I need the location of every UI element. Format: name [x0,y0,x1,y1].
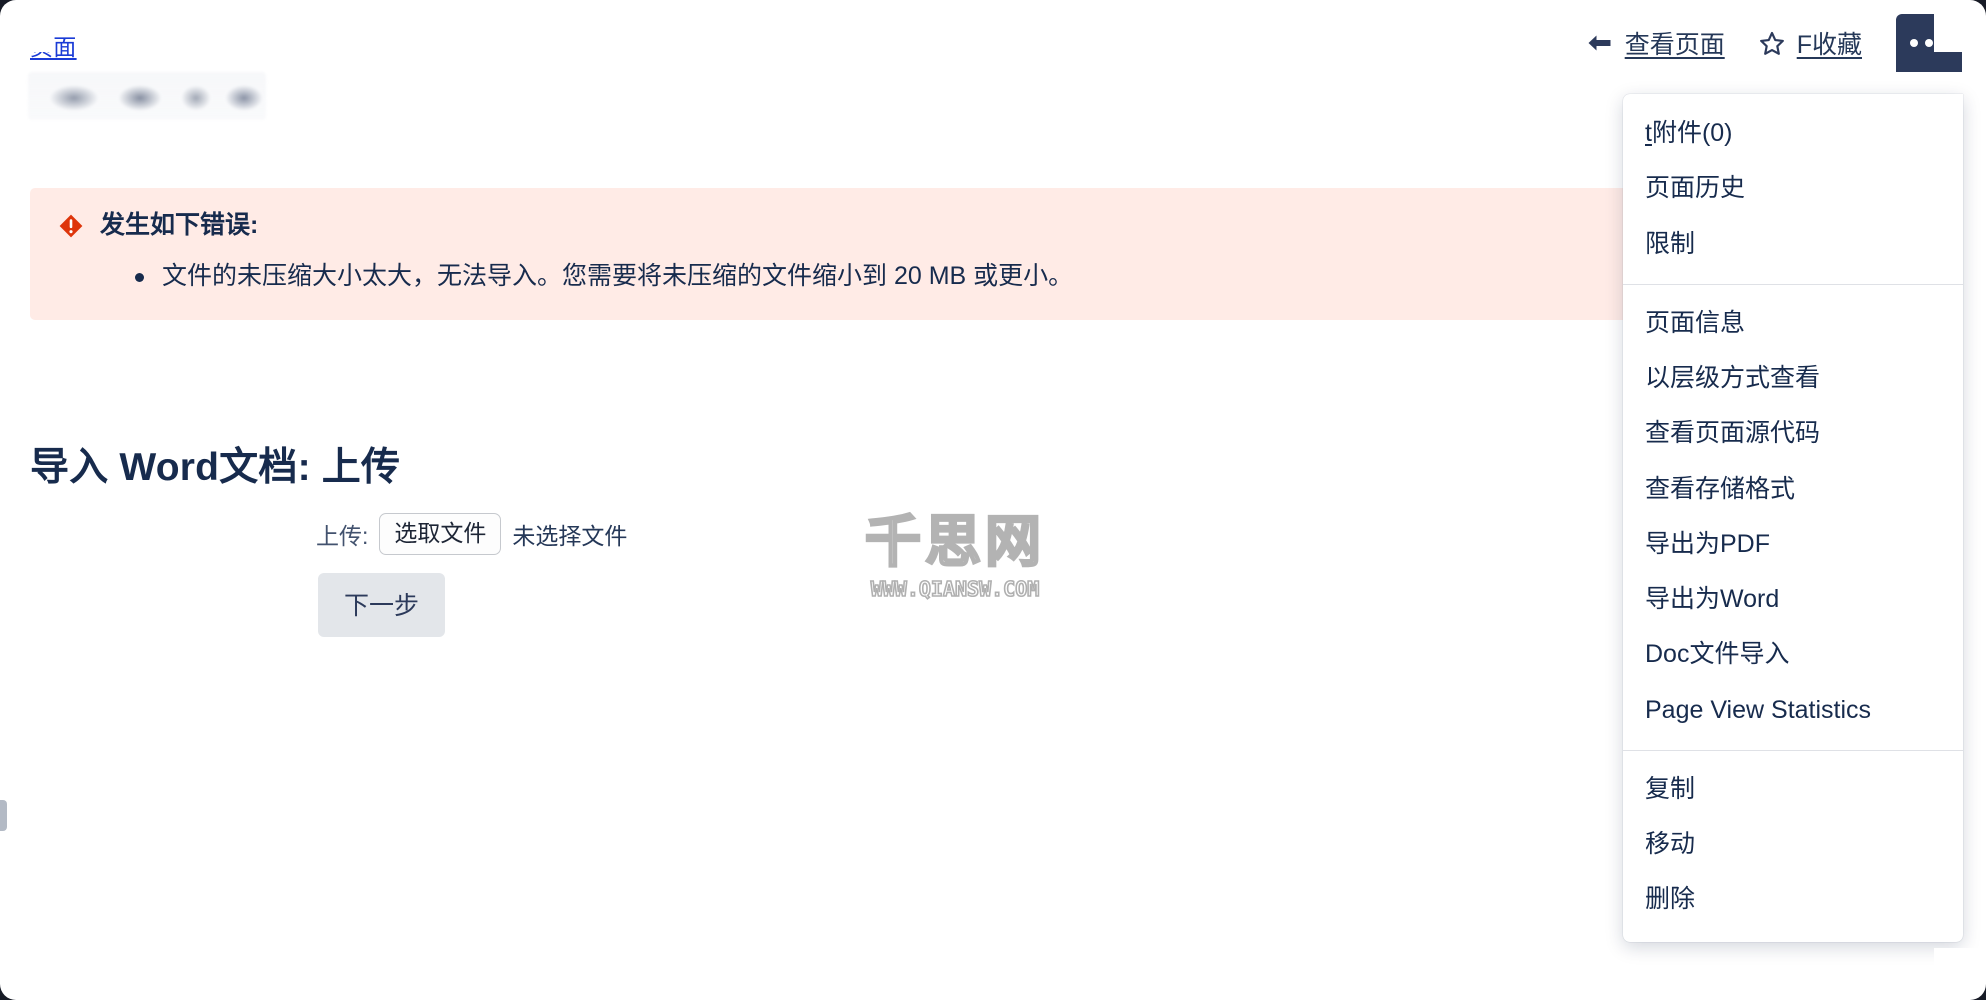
menu-group-3: 复制 移动 删除 [1623,762,1963,928]
menu-item-copy[interactable]: 复制 [1623,762,1963,817]
menu-item-move[interactable]: 移动 [1623,817,1963,872]
app-root: 页面 查看页面 F收藏 发生如下错误: 文件的未压缩大小太大，无法导入。您需要将… [0,0,1986,1000]
menu-item-page-view-statistics[interactable]: Page View Statistics [1623,683,1963,738]
ellipsis-dot-1 [1910,39,1918,47]
menu-group-1: t附件(0) 页面历史 限制 [1623,106,1963,272]
favorite-text: 收藏 [1811,31,1862,59]
view-page-button[interactable]: 查看页面 [1586,25,1725,61]
menu-item-page-history[interactable]: 页面历史 [1623,161,1963,216]
choose-file-button[interactable]: 选取文件 [379,513,502,555]
menu-item-view-storage-format[interactable]: 查看存储格式 [1623,462,1963,517]
window-corner-bottom-right [1934,948,1986,1000]
menu-item-view-source[interactable]: 查看页面源代码 [1623,406,1963,461]
menu-separator-2 [1623,749,1963,751]
favorite-button[interactable]: F收藏 [1759,25,1862,61]
menu-item-page-information[interactable]: 页面信息 [1623,296,1963,351]
breadcrumb-pages[interactable]: 页面 [30,28,77,62]
window-corner-top-left [0,0,52,52]
menu-item-attachments[interactable]: t附件(0) [1623,106,1963,161]
watermark-brand-text: 千思网 [864,510,1045,575]
menu-item-export-word[interactable]: 导出为Word [1623,572,1963,627]
upload-label: 上传: [316,522,369,549]
window-corner-bottom-left [0,948,52,1000]
more-actions-menu: t附件(0) 页面历史 限制 页面信息 以层级方式查看 查看页面源代码 查看存储… [1623,94,1963,942]
watermark-url-text: WWW.QIANSW.COM [870,576,1040,602]
watermark: 千思网 WWW.QIANSW.COM [855,510,1055,602]
more-actions-button[interactable] [1896,14,1962,72]
favorite-label: F收藏 [1797,25,1862,61]
upload-field-row: 上传: 选取文件 未选择文件 [316,513,627,555]
menu-group-2: 页面信息 以层级方式查看 查看页面源代码 查看存储格式 导出为PDF 导出为Wo… [1623,296,1963,738]
page-heading: 导入 Word文档: 上传 [30,446,401,489]
menu-item-delete[interactable]: 删除 [1623,872,1963,927]
next-step-button[interactable]: 下一步 [318,573,446,637]
menu-item-doc-import[interactable]: Doc文件导入 [1623,627,1963,682]
star-icon [1759,31,1785,56]
error-title: 发生如下错误: [100,211,259,239]
arrow-left-icon [1586,33,1613,53]
sidebar-resize-handle[interactable] [0,800,7,831]
error-diamond-icon [58,213,84,239]
ellipsis-dot-3 [1940,39,1948,47]
menu-item-view-in-hierarchy[interactable]: 以层级方式查看 [1623,351,1963,406]
ellipsis-dot-2 [1925,39,1933,47]
page-title-redacted [28,72,266,120]
menu-separator-1 [1623,283,1963,285]
window-corner-top-right [1934,0,1986,52]
menu-item-restrictions[interactable]: 限制 [1623,217,1963,272]
file-selection-status: 未选择文件 [512,522,628,549]
favorite-accesskey: F [1796,31,1812,59]
view-page-label: 查看页面 [1624,31,1725,59]
menu-accesskey-attachments: t [1645,119,1652,147]
page-toolbar: 查看页面 F收藏 [1586,14,1962,72]
menu-label-attachments: 附件(0) [1651,119,1733,147]
menu-item-export-pdf[interactable]: 导出为PDF [1623,517,1963,572]
